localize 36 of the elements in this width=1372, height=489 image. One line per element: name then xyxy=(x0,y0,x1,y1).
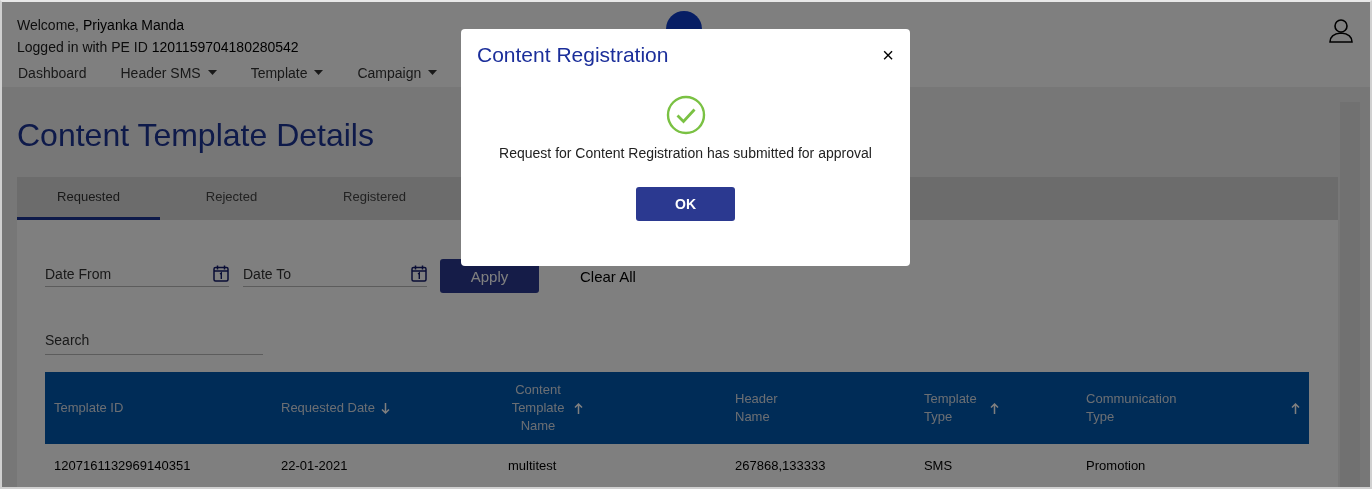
logo-icon xyxy=(666,11,702,29)
tab[interactable]: Rejected xyxy=(160,177,303,220)
column-header[interactable]: Template ID xyxy=(54,399,124,417)
table-cell: 267868,133333 xyxy=(726,444,915,487)
clear-all-button[interactable]: Clear All xyxy=(574,266,642,286)
calendar-icon xyxy=(411,265,427,282)
login-label: Logged in with PE ID xyxy=(17,39,148,55)
ok-button[interactable]: OK xyxy=(636,187,735,221)
table-cell: 1207161132969140351 xyxy=(45,444,272,487)
column-header[interactable]: Requested Date xyxy=(281,399,375,417)
table-cell: SMS xyxy=(914,444,1078,487)
nav-item[interactable]: Dashboard xyxy=(18,64,87,81)
nav-item[interactable]: Template xyxy=(250,64,324,81)
pe-id: 1201159704180280542 xyxy=(151,39,299,55)
search-field[interactable]: Search xyxy=(45,332,226,348)
check-circle-icon xyxy=(665,95,706,135)
table-cell: multitest xyxy=(499,444,726,487)
nav-item[interactable]: Campaign xyxy=(357,64,438,81)
column-header[interactable]: Header Name xyxy=(735,390,785,426)
page-title: Content Template Details xyxy=(17,116,374,155)
tab[interactable]: Registered xyxy=(303,177,446,220)
nav-item[interactable]: Header SMS xyxy=(120,64,217,81)
close-button[interactable]: × xyxy=(880,45,896,65)
table-cell: 22-01-2021 xyxy=(272,444,499,487)
calendar-icon xyxy=(213,265,229,282)
date-field[interactable]: Date To xyxy=(243,265,411,282)
column-header[interactable]: Template Type xyxy=(923,390,984,426)
dialog-message: Request for Content Registration has submitted for approval xyxy=(499,145,872,161)
column-header[interactable]: Content Template Name xyxy=(508,381,568,435)
welcome-label: Welcome, xyxy=(17,17,79,33)
date-field[interactable]: Date From xyxy=(45,265,213,282)
user-name: Priyanka Manda xyxy=(83,17,185,33)
user-icon[interactable] xyxy=(1328,18,1354,44)
dialog-title: Content Registration xyxy=(477,43,669,67)
column-header[interactable]: Communication Type xyxy=(1086,390,1187,426)
table-cell: Promotion xyxy=(1077,444,1309,487)
